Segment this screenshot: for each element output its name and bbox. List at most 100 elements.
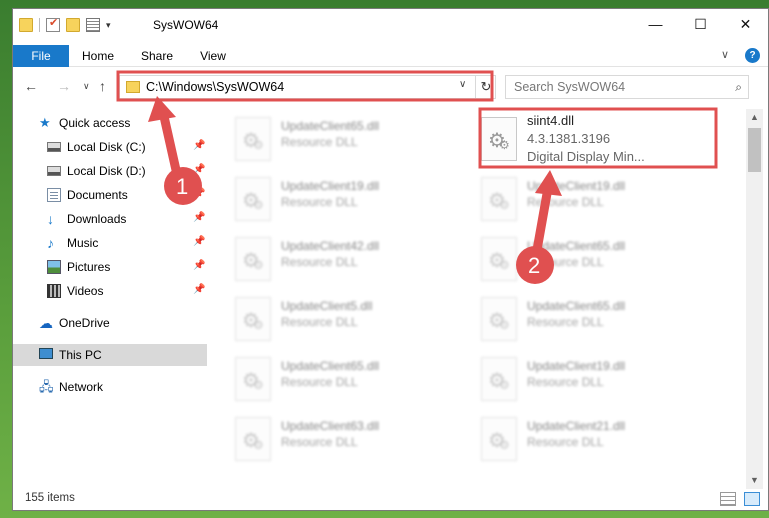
sidebar-item-quick-access[interactable]: ★ Quick access — [13, 112, 207, 134]
address-path[interactable]: C:\Windows\SysWOW64 — [146, 80, 284, 94]
file-tile[interactable]: ⚙ ⚙ UpdateClient63.dll Resource DLL — [209, 411, 449, 469]
sidebar-item-videos[interactable]: Videos 📌 — [13, 280, 207, 302]
folder-icon — [126, 81, 140, 93]
sidebar-item-label: Music — [67, 236, 99, 250]
sidebar-item-onedrive[interactable]: ☁ OneDrive — [13, 312, 207, 334]
dll-file-icon: ⚙ ⚙ — [481, 237, 517, 281]
scrollbar-thumb[interactable] — [748, 128, 761, 172]
status-bar: 155 items — [13, 489, 768, 511]
star-icon: ★ — [39, 115, 51, 130]
dll-file-icon: ⚙ ⚙ — [235, 297, 271, 341]
address-dropdown-button[interactable]: ∨ — [459, 79, 466, 90]
sidebar-item-label: OneDrive — [59, 316, 110, 330]
search-input[interactable]: Search SysWOW64 — [514, 80, 625, 94]
file-name: UpdateClient65.dll — [281, 359, 380, 373]
file-tile[interactable]: ⚙ ⚙ UpdateClient5.dll Resource DLL — [209, 291, 449, 349]
properties-check-icon[interactable] — [46, 16, 60, 32]
item-count: 155 items — [25, 492, 75, 504]
file-name: siint4.dll — [527, 113, 574, 128]
download-icon: ↓ — [47, 211, 54, 227]
navigation-pane: ★ Quick access Local Disk (C:) 📌 Local D… — [13, 109, 207, 489]
file-description: Resource DLL — [281, 315, 358, 329]
sidebar-item-label: Local Disk (C:) — [67, 140, 146, 154]
file-tile[interactable]: ⚙ ⚙ UpdateClient19.dll Resource DLL — [209, 171, 449, 229]
rename-icon[interactable] — [86, 18, 100, 32]
sidebar-item-label: Local Disk (D:) — [67, 164, 146, 178]
drive-icon — [47, 142, 61, 152]
sidebar-item-label: Quick access — [59, 116, 131, 130]
pin-icon: 📌 — [193, 212, 206, 223]
dll-file-icon: ⚙ ⚙ — [481, 357, 517, 401]
scroll-up-icon[interactable]: ▲ — [746, 109, 763, 126]
expand-ribbon-icon[interactable]: ∨ — [721, 48, 729, 63]
file-name: UpdateClient19.dll — [527, 179, 626, 193]
file-description: Resource DLL — [527, 315, 604, 329]
file-description: Resource DLL — [281, 135, 358, 149]
cloud-icon: ☁ — [39, 315, 53, 331]
tab-view[interactable]: View — [191, 45, 235, 67]
tab-file[interactable]: File — [13, 45, 69, 67]
details-view-icon[interactable] — [720, 492, 736, 506]
file-tile[interactable]: ⚙ ⚙ UpdateClient65.dll Resource DLL — [455, 291, 695, 349]
file-name: UpdateClient42.dll — [281, 239, 380, 253]
ribbon-tabs: File Home Share View ∨ ? — [13, 45, 768, 67]
sidebar-item-this-pc[interactable]: This PC — [13, 344, 207, 366]
file-list: ⚙ ⚙ UpdateClient65.dll Resource DLL ⚙ ⚙ Up… — [209, 109, 744, 489]
sidebar-item-local-disk-d[interactable]: Local Disk (D:) 📌 — [13, 160, 207, 182]
dll-file-icon: ⚙ ⚙ — [481, 297, 517, 341]
file-description: Digital Display Min... — [527, 149, 645, 164]
file-tile[interactable]: ⚙ ⚙ UpdateClient19.dll Resource DLL — [455, 171, 695, 229]
sidebar-item-documents[interactable]: Documents 📌 — [13, 184, 207, 206]
dll-file-icon: ⚙ ⚙ — [235, 177, 271, 221]
tab-share[interactable]: Share — [135, 45, 179, 67]
window-controls: — ☐ ✕ — [633, 9, 768, 39]
search-box[interactable]: Search SysWOW64 ⌕ — [505, 75, 749, 99]
minimize-button[interactable]: — — [633, 9, 678, 39]
navigation-bar: ← → ∨ ↑ C:\Windows\SysWOW64 ∨ ↻ Search S… — [13, 72, 768, 102]
file-description: Resource DLL — [527, 195, 604, 209]
sidebar-item-local-disk-c[interactable]: Local Disk (C:) 📌 — [13, 136, 207, 158]
sidebar-item-pictures[interactable]: Pictures 📌 — [13, 256, 207, 278]
pin-icon: 📌 — [193, 236, 206, 247]
sidebar-item-network[interactable]: 🖧 Network — [13, 376, 207, 398]
file-tile[interactable]: ⚙ ⚙ UpdateClient65.dll Resource DLL — [209, 351, 449, 409]
sidebar-item-music[interactable]: ♪ Music 📌 — [13, 232, 207, 254]
dll-file-icon: ⚙ ⚙ — [235, 357, 271, 401]
file-tile[interactable]: ⚙ ⚙ UpdateClient19.dll Resource DLL — [455, 351, 695, 409]
address-bar[interactable]: C:\Windows\SysWOW64 ∨ ↻ — [119, 75, 496, 99]
file-description: Resource DLL — [281, 435, 358, 449]
file-name: UpdateClient21.dll — [527, 419, 626, 433]
tiles-view-icon[interactable] — [744, 492, 760, 506]
computer-icon — [39, 348, 53, 359]
sidebar-item-label: Videos — [67, 284, 104, 298]
search-icon[interactable]: ⌕ — [735, 80, 742, 95]
file-tile[interactable]: ⚙ ⚙ UpdateClient65.dll Resource DLL — [455, 231, 695, 289]
file-version: 4.3.1381.3196 — [527, 131, 611, 146]
new-folder-icon[interactable] — [66, 18, 80, 32]
customize-toolbar-icon[interactable]: ▾ — [106, 20, 111, 31]
file-tile[interactable]: ⚙ ⚙ UpdateClient21.dll Resource DLL — [455, 411, 695, 469]
close-button[interactable]: ✕ — [723, 9, 768, 39]
forward-button[interactable]: → — [57, 78, 71, 94]
recent-locations-button[interactable]: ∨ — [83, 81, 90, 92]
file-name: UpdateClient19.dll — [527, 359, 626, 373]
file-description: Resource DLL — [527, 255, 604, 269]
scroll-down-icon[interactable]: ▼ — [746, 472, 763, 489]
divider — [39, 18, 40, 32]
folder-icon[interactable] — [19, 18, 33, 32]
sidebar-item-downloads[interactable]: ↓ Downloads 📌 — [13, 208, 207, 230]
window-title: SysWOW64 — [153, 18, 219, 32]
file-tile[interactable]: ⚙ ⚙ UpdateClient65.dll Resource DLL — [209, 111, 449, 169]
maximize-button[interactable]: ☐ — [678, 9, 723, 39]
file-name: UpdateClient65.dll — [527, 299, 626, 313]
up-button[interactable]: ↑ — [99, 78, 106, 94]
back-button[interactable]: ← — [24, 78, 38, 94]
selected-file-tile[interactable]: ⚙ ⚙ siint4.dll 4.3.1381.3196 Digital Disp… — [455, 111, 695, 169]
vertical-scrollbar[interactable]: ▲ ▼ — [746, 109, 763, 489]
file-tile[interactable]: ⚙ ⚙ UpdateClient42.dll Resource DLL — [209, 231, 449, 289]
sidebar-item-label: Documents — [67, 188, 128, 202]
file-name: UpdateClient19.dll — [281, 179, 380, 193]
tab-home[interactable]: Home — [76, 45, 120, 67]
help-icon[interactable]: ? — [745, 48, 760, 63]
refresh-button[interactable]: ↻ — [475, 76, 496, 98]
